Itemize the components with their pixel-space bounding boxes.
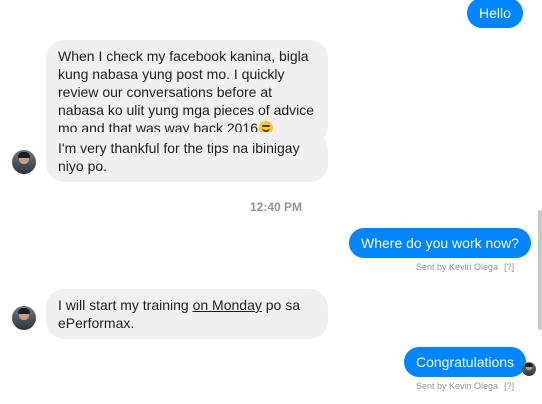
timestamp: 12:40 PM <box>249 200 303 214</box>
incoming-message-training[interactable]: I will start my training on Monday po sa… <box>46 289 328 339</box>
incoming-message-thanks[interactable]: I'm very thankful for the tips na ibinig… <box>46 132 328 182</box>
incoming-message-facebook[interactable]: When I check my facebook kanina, bigla k… <box>46 40 328 144</box>
contact-avatar[interactable] <box>12 150 36 174</box>
message-text: Where do you work now? <box>361 235 519 251</box>
scrollbar[interactable] <box>538 210 542 330</box>
sent-by-receipt: Sent by Kevin Olega [?] <box>416 381 514 391</box>
message-text: I'm very thankful for the tips na ibinig… <box>58 140 300 174</box>
outgoing-message-where-work[interactable]: Where do you work now? <box>349 228 531 258</box>
help-link[interactable]: [?] <box>504 262 514 272</box>
message-text: When I check my facebook kanina, bigla k… <box>58 48 315 136</box>
outgoing-message-hello[interactable]: Hello <box>467 0 523 28</box>
receipt-text: Sent by Kevin Olega <box>416 262 499 272</box>
receipt-text: Sent by Kevin Olega <box>416 381 499 391</box>
message-text: Hello <box>479 5 511 21</box>
help-link[interactable]: [?] <box>504 381 514 391</box>
date-link[interactable]: on Monday <box>193 297 262 313</box>
contact-avatar[interactable] <box>12 306 36 330</box>
seen-avatar-icon <box>522 362 536 376</box>
sent-by-receipt: Sent by Kevin Olega [?] <box>416 262 514 272</box>
message-text-before: I will start my training <box>58 297 193 313</box>
outgoing-message-congratulations[interactable]: Congratulations <box>404 347 527 377</box>
message-text: Congratulations <box>416 354 515 370</box>
